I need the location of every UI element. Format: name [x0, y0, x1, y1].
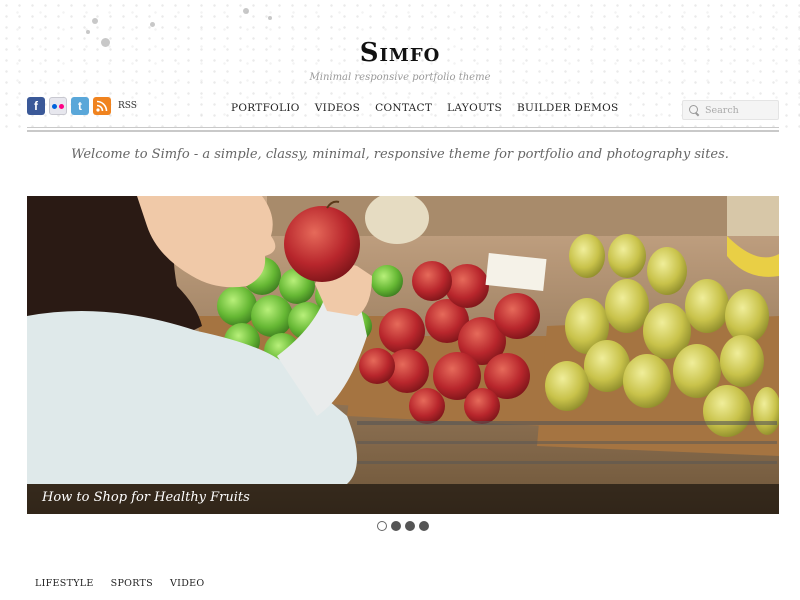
category-video[interactable]: VIDEO — [170, 578, 204, 589]
social-links: f t RSS — [27, 97, 137, 115]
nav-item-contact[interactable]: CONTACT — [375, 102, 432, 114]
ink-splat — [243, 8, 249, 14]
twitter-icon[interactable]: t — [71, 97, 89, 115]
nav-item-builder-demos[interactable]: BUILDER DEMOS — [517, 102, 619, 114]
header-divider — [27, 127, 779, 128]
header-divider-thick — [27, 130, 779, 132]
ink-splat — [86, 30, 90, 34]
rss-icon[interactable] — [93, 97, 111, 115]
hero-slider[interactable]: How to Shop for Healthy Fruits — [27, 196, 779, 514]
category-filter: LIFESTYLE SPORTS VIDEO — [35, 578, 204, 589]
slide-caption-bar: How to Shop for Healthy Fruits — [27, 484, 779, 514]
slide-dot-3[interactable] — [405, 521, 415, 531]
nav-item-layouts[interactable]: LAYOUTS — [447, 102, 502, 114]
facebook-icon[interactable]: f — [27, 97, 45, 115]
welcome-message: Welcome to Simfo - a simple, classy, min… — [71, 147, 729, 162]
slide-dot-2[interactable] — [391, 521, 401, 531]
main-nav: PORTFOLIO VIDEOS CONTACT LAYOUTS BUILDER… — [231, 102, 619, 114]
search-input[interactable] — [705, 104, 775, 116]
slider-pagination — [377, 521, 429, 531]
ink-splat — [268, 16, 272, 20]
slide-caption[interactable]: How to Shop for Healthy Fruits — [42, 490, 250, 505]
search-box[interactable] — [682, 100, 779, 120]
nav-item-videos[interactable]: VIDEOS — [315, 102, 360, 114]
flickr-icon[interactable] — [49, 97, 67, 115]
site-tagline: Minimal responsive portfolio theme — [309, 72, 491, 83]
slide-dot-4[interactable] — [419, 521, 429, 531]
ink-splat — [92, 18, 98, 24]
nav-item-portfolio[interactable]: PORTFOLIO — [231, 102, 300, 114]
site-title[interactable]: Simfo — [0, 38, 800, 68]
rss-label[interactable]: RSS — [118, 101, 137, 111]
category-sports[interactable]: SPORTS — [111, 578, 153, 589]
hero-image — [27, 196, 779, 514]
search-icon — [689, 104, 700, 116]
slide-dot-1[interactable] — [377, 521, 387, 531]
category-lifestyle[interactable]: LIFESTYLE — [35, 578, 94, 589]
ink-splat — [150, 22, 155, 27]
